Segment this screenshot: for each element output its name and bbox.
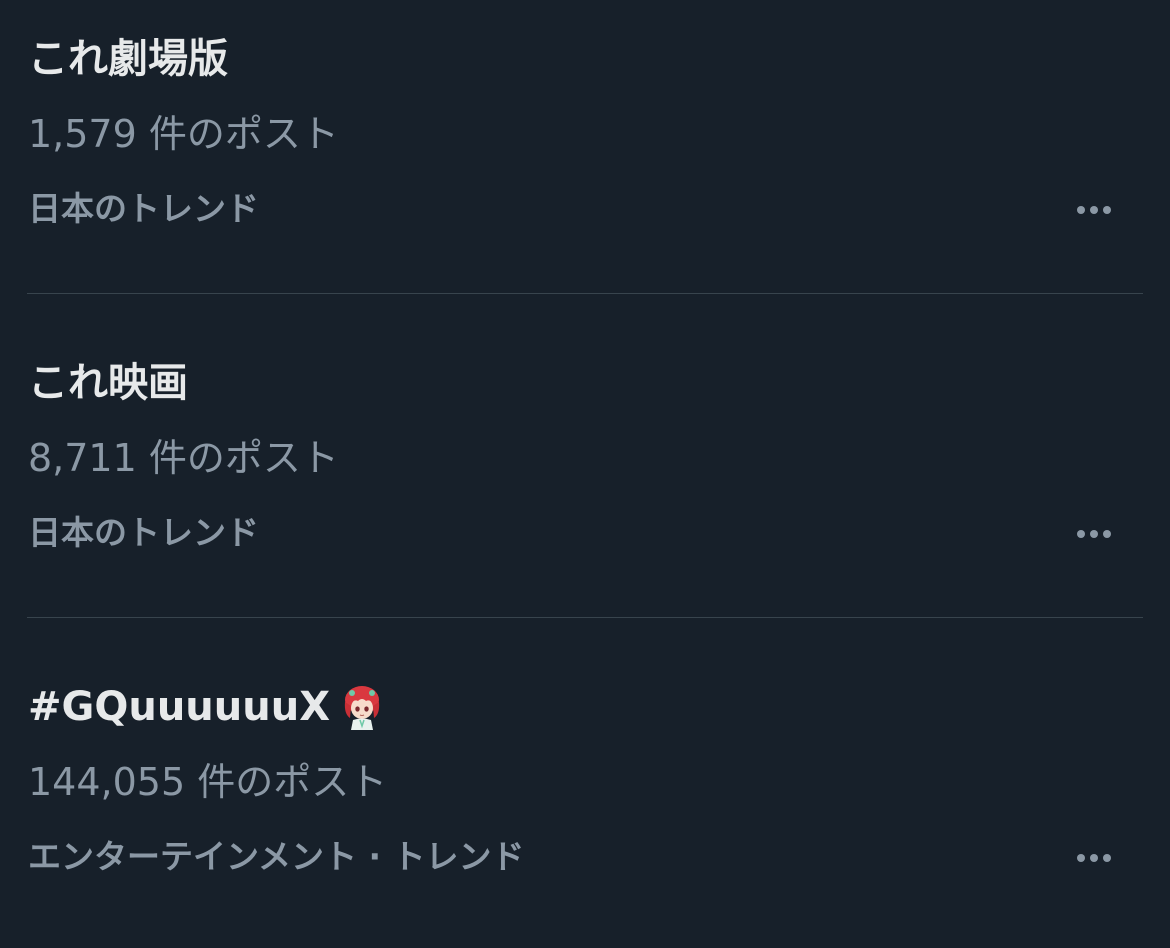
trend-item[interactable]: これ映画 8,711 件のポスト 日本のトレンド — [0, 324, 1170, 624]
more-horizontal-icon — [1077, 854, 1085, 862]
trend-title: #GQuuuuuuX — [28, 682, 382, 732]
more-horizontal-icon — [1103, 206, 1111, 214]
trend-title-text: これ劇場版 — [28, 36, 228, 82]
more-options-button[interactable] — [1066, 842, 1122, 874]
more-horizontal-icon — [1103, 530, 1111, 538]
trend-title-text: これ映画 — [28, 360, 188, 406]
trend-list: これ劇場版 1,579 件のポスト 日本のトレンド これ映画 8,711 件のポ… — [0, 0, 1170, 923]
more-horizontal-icon — [1090, 854, 1098, 862]
divider — [27, 293, 1143, 294]
trend-post-count: 1,579 件のポスト — [28, 112, 339, 156]
trend-title: これ映画 — [28, 358, 188, 408]
more-options-button[interactable] — [1066, 518, 1122, 550]
trend-item[interactable]: #GQuuuuuuX 144,055 件のポスト エンターテインメント · トレ… — [0, 648, 1170, 948]
trend-context: 日本のトレンド — [28, 513, 259, 552]
trend-context: 日本のトレンド — [28, 189, 259, 228]
divider — [27, 617, 1143, 618]
more-horizontal-icon — [1090, 530, 1098, 538]
more-options-button[interactable] — [1066, 194, 1122, 226]
trend-title: これ劇場版 — [28, 34, 228, 84]
trend-title-text: #GQuuuuuuX — [28, 684, 331, 730]
trend-item[interactable]: これ劇場版 1,579 件のポスト 日本のトレンド — [0, 0, 1170, 300]
more-horizontal-icon — [1077, 530, 1085, 538]
more-horizontal-icon — [1090, 206, 1098, 214]
character-avatar-emoji — [344, 686, 380, 730]
more-horizontal-icon — [1077, 206, 1085, 214]
trend-post-count: 144,055 件のポスト — [28, 760, 388, 804]
trend-post-count: 8,711 件のポスト — [28, 436, 339, 480]
trend-context: エンターテインメント · トレンド — [28, 837, 525, 876]
more-horizontal-icon — [1103, 854, 1111, 862]
